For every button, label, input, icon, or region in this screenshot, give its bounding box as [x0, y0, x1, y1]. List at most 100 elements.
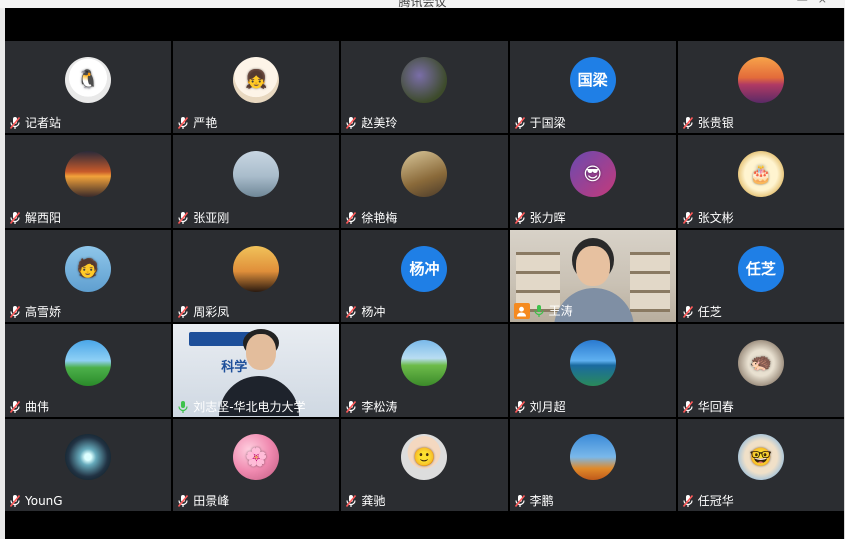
participant-name: YounG: [25, 494, 63, 508]
bottom-bar: [5, 511, 844, 539]
participant-name: 曲伟: [25, 399, 50, 414]
participant-label: 李鹏: [514, 494, 554, 508]
participant-label: 记者站: [9, 116, 61, 130]
mic-muted-icon: [9, 494, 21, 508]
mic-muted-icon: [514, 116, 526, 130]
mic-muted-icon: [514, 494, 526, 508]
window-title: 腾讯会议: [398, 0, 447, 8]
participant-tile[interactable]: 🐧 记者站: [5, 41, 172, 134]
avatar-galaxy-icon: [65, 434, 112, 481]
participant-label: 徐艳梅: [345, 211, 397, 225]
window-controls: —×: [797, 0, 837, 6]
mic-on-icon: [177, 400, 189, 414]
participant-tile[interactable]: 🧑 高雪娇: [5, 229, 172, 323]
participant-tile[interactable]: 🌸 田景峰: [173, 418, 340, 511]
participant-name: 杨冲: [361, 305, 386, 320]
participant-name: 华回春: [697, 399, 734, 414]
mic-muted-icon: [345, 494, 357, 508]
participant-tile[interactable]: 🎂 张文彬: [677, 135, 844, 228]
window-titlebar: 腾讯会议 —×: [0, 0, 845, 8]
mic-muted-icon: [682, 305, 694, 319]
participant-name: 刘月超: [529, 399, 566, 414]
avatar-man-sunglasses-icon: 😎: [569, 151, 616, 198]
avatar-hills-icon: [401, 339, 448, 386]
participant-label: 李松涛: [345, 400, 397, 414]
avatar-glyph-icon: 😎: [583, 163, 603, 185]
participant-tile[interactable]: 🦔 华回春: [677, 324, 844, 417]
initials-avatar: 杨冲: [401, 245, 448, 292]
participant-tile[interactable]: 曲伟: [5, 324, 172, 417]
participant-tile[interactable]: 👧 严艳: [173, 41, 340, 134]
avatar-blossoms-icon: 🌸: [233, 434, 280, 481]
participant-tile[interactable]: 张亚刚: [173, 135, 340, 228]
participant-name: 龚驰: [361, 494, 386, 508]
participant-tile[interactable]: 😎 张力晖: [509, 135, 676, 228]
minimize-button[interactable]: —: [797, 0, 818, 6]
participant-label: 张贵银: [682, 116, 734, 130]
mic-muted-icon: [345, 211, 357, 225]
mic-muted-icon: [682, 116, 694, 130]
avatar-sea-sky-icon: [233, 151, 280, 198]
participant-label: 张亚刚: [177, 211, 229, 225]
participant-name: 张贵银: [697, 116, 734, 131]
participant-name: 高雪娇: [25, 305, 62, 320]
participant-grid: 🐧 记者站 👧 严艳 赵美玲 国梁 于国梁张贵银解西阳 张亚刚 徐艳梅 😎 张力晖 🎂 张文彬 🧑 高雪娇周…: [5, 41, 844, 511]
participant-tile[interactable]: 杨冲 杨冲: [341, 229, 508, 323]
participant-name: 张文彬: [697, 210, 734, 225]
participant-tile[interactable]: 王涛: [509, 229, 676, 323]
initials-avatar: 国梁: [569, 56, 616, 103]
avatar-man-glasses-icon: 🙂: [401, 434, 448, 481]
mic-muted-icon: [682, 494, 694, 508]
participant-name: 任冠华: [697, 494, 734, 508]
participant-label: 刘志坚-华北电力大学: [177, 400, 306, 414]
avatar-glyph-icon: 🐧: [76, 69, 100, 91]
avatar-penguin-icon: 🐧: [65, 56, 112, 103]
avatar-sunset-sea-icon: [65, 151, 112, 198]
avatar-glyph-icon: 🙂: [413, 446, 436, 468]
participant-tile[interactable]: 徐艳梅: [341, 135, 508, 228]
participant-tile[interactable]: 解西阳: [5, 135, 172, 228]
mic-muted-icon: [345, 116, 357, 130]
participant-name: 王涛: [548, 304, 573, 319]
host-badge-icon: [513, 303, 530, 320]
avatar-green-meadow-icon: [65, 339, 112, 386]
avatar-cartoon-man-icon: 🤓: [737, 434, 784, 481]
participant-label: 刘月超: [514, 400, 566, 414]
avatar-autumn-sky-icon: [569, 434, 616, 481]
mic-muted-icon: [345, 400, 357, 414]
participant-label: 严艳: [177, 116, 217, 130]
participant-tile[interactable]: 🤓 任冠华: [677, 418, 844, 511]
participant-label: 龚驰: [345, 494, 385, 508]
participant-label: 赵美玲: [345, 116, 397, 130]
participant-label: 任冠华: [682, 494, 734, 508]
avatar-lake-icon: [569, 339, 616, 386]
avatar-berries-icon: [401, 56, 448, 103]
participant-label: 王涛: [513, 303, 573, 320]
participant-label: 高雪娇: [9, 305, 61, 319]
mic-muted-icon: [9, 211, 21, 225]
close-button[interactable]: ×: [818, 0, 837, 6]
mic-muted-icon: [177, 305, 189, 319]
participant-tile[interactable]: 赵美玲: [341, 41, 508, 134]
participant-label: 华回春: [682, 400, 734, 414]
participant-tile[interactable]: 任芝 任芝: [677, 229, 844, 323]
participant-name: 徐艳梅: [361, 210, 398, 225]
participant-tile[interactable]: 李松涛: [341, 324, 508, 417]
participant-tile[interactable]: 🙂 龚驰: [341, 418, 508, 511]
participant-label: 曲伟: [9, 400, 49, 414]
participant-label: 张文彬: [682, 211, 734, 225]
participant-tile[interactable]: 刘月超: [509, 324, 676, 417]
mic-muted-icon: [177, 116, 189, 130]
participant-label: 周彩凤: [177, 305, 229, 319]
participant-name: 解西阳: [25, 210, 62, 225]
avatar-glyph-icon: 🤓: [749, 446, 773, 468]
participant-tile[interactable]: YounG: [5, 418, 172, 511]
participant-tile[interactable]: 李鹏: [509, 418, 676, 511]
participant-tile[interactable]: 周彩凤: [173, 229, 340, 323]
participant-name: 张力晖: [529, 210, 566, 225]
participant-tile[interactable]: 科学 刘志坚-华北电力大学: [173, 324, 340, 417]
participant-name: 李松涛: [361, 399, 398, 414]
avatar-glyph-icon: 👧: [245, 69, 268, 91]
participant-tile[interactable]: 国梁 于国梁: [509, 41, 676, 134]
participant-tile[interactable]: 张贵银: [677, 41, 844, 134]
